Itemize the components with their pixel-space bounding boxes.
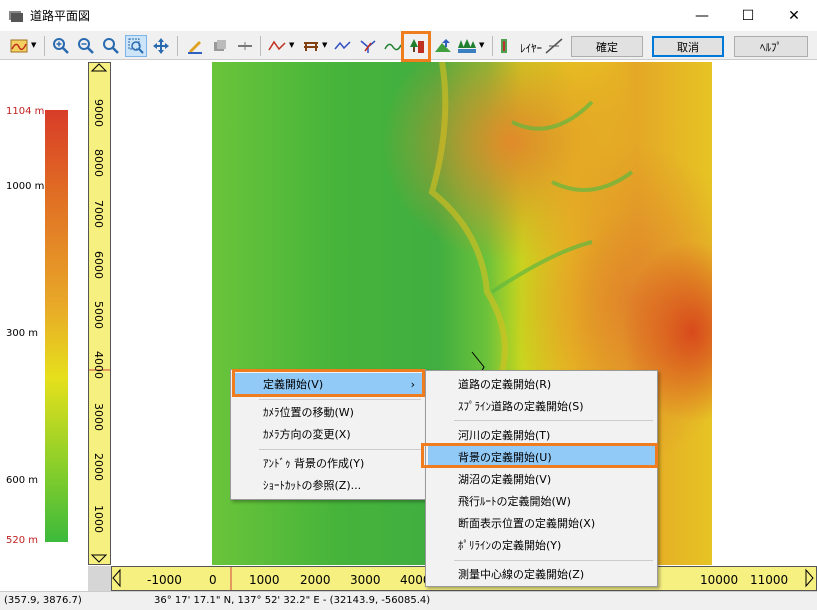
line-icon — [238, 42, 252, 50]
ruler-tick-label: 2000 — [92, 453, 105, 481]
chevron-down-icon[interactable]: ▼ — [289, 41, 294, 49]
ruler-tick-label: 9000 — [92, 99, 105, 127]
layer-button[interactable] — [498, 35, 520, 57]
cut-icon — [545, 38, 563, 54]
zoom-out-button[interactable] — [75, 35, 97, 57]
pencil-icon — [188, 41, 202, 54]
chevron-right-icon: › — [410, 377, 415, 391]
copy-button[interactable] — [209, 35, 231, 57]
terrain-style-button[interactable] — [8, 35, 30, 57]
road-profile-button[interactable] — [266, 35, 288, 57]
profile-icon — [268, 40, 286, 51]
pan-button[interactable] — [150, 35, 172, 57]
menu-item-shortcut-ref[interactable]: ｼｮｰﾄｶｯﾄの参照(Z)... — [233, 474, 423, 496]
close-button[interactable]: ✕ — [771, 0, 817, 32]
hill-icon — [435, 39, 451, 52]
zoom-in-button[interactable] — [50, 35, 72, 57]
menu-item-camera-direction[interactable]: ｶﾒﾗ方向の変更(X) — [233, 423, 423, 445]
copy-icon — [214, 40, 226, 51]
submenu-item-polyline[interactable]: ﾎﾟﾘﾗｲﾝの定義開始(Y) — [428, 534, 655, 556]
submenu-item-section-position[interactable]: 断面表示位置の定義開始(X) — [428, 512, 655, 534]
bridge-icon — [304, 42, 318, 51]
legend-label: 300 m — [6, 328, 39, 339]
zoom-fit-icon — [103, 38, 119, 54]
title-bar: 道路平面図 — ☐ ✕ — [0, 0, 817, 32]
forest-icon — [458, 39, 476, 53]
ruler-tick-label: 7000 — [92, 200, 105, 228]
ruler-tick-label: 1000 — [92, 505, 105, 533]
context-menu: 定義開始(V) › ｶﾒﾗ位置の移動(W) ｶﾒﾗ方向の変更(X) ｱﾝﾄﾞｩ 背… — [230, 369, 426, 500]
help-button[interactable]: ﾍﾙﾌﾟ — [734, 36, 808, 57]
river-icon — [384, 43, 402, 51]
ruler-tick-label: 4000 — [92, 351, 105, 379]
ruler-tick-label: 2000 — [300, 573, 331, 587]
elevation-legend: 1104 m 1000 m 300 m 600 m 520 m — [0, 62, 88, 592]
menu-item-define-start[interactable]: 定義開始(V) › — [233, 373, 423, 395]
layer-label: ﾚｲﾔｰ — [520, 42, 542, 55]
app-icon — [9, 10, 23, 22]
window-title: 道路平面図 — [30, 9, 91, 23]
legend-label: 1000 m — [6, 181, 45, 192]
zoom-in-icon — [53, 38, 69, 54]
submenu-item-spline-road[interactable]: ｽﾌﾟﾗｲﾝ道路の定義開始(S) — [428, 395, 655, 417]
ruler-tick-label: -1000 — [147, 573, 182, 587]
status-coords: (357.9, 3876.7) — [4, 595, 82, 606]
minimize-button[interactable]: — — [679, 0, 725, 32]
bridge-button[interactable] — [300, 35, 322, 57]
pan-icon — [153, 38, 169, 54]
measure-button[interactable] — [184, 35, 206, 57]
terrain-icon — [10, 39, 28, 53]
ruler-tick-label: 5000 — [92, 301, 105, 329]
legend-max-label: 1104 m — [6, 106, 45, 117]
fork-button[interactable] — [357, 35, 379, 57]
ruler-tick-label: 8000 — [92, 149, 105, 177]
polyline-icon — [334, 41, 351, 50]
submenu-item-survey-centerline[interactable]: 測量中心線の定義開始(Z) — [428, 563, 655, 585]
zoom-fit-button[interactable] — [100, 35, 122, 57]
cut-line-button[interactable] — [543, 35, 565, 57]
tree-icon — [410, 39, 424, 53]
submenu-item-road[interactable]: 道路の定義開始(R) — [428, 373, 655, 395]
river-button[interactable] — [382, 35, 404, 57]
ruler-tick-label: 6000 — [92, 251, 105, 279]
chevron-down-icon[interactable]: ▼ — [479, 41, 484, 49]
submenu-item-river[interactable]: 河川の定義開始(T) — [428, 424, 655, 446]
polyline-button[interactable] — [332, 35, 354, 57]
submenu-item-flight-route[interactable]: 飛行ﾙｰﾄの定義開始(W) — [428, 490, 655, 512]
background-define-button[interactable] — [406, 35, 428, 57]
chevron-down-icon[interactable]: ▼ — [322, 41, 327, 49]
ruler-tick-label: 1000 — [249, 573, 280, 587]
toolbar: ▼ ▼ ▼ ▼ ﾚｲﾔｰ 確定 取消 ﾍﾙﾌﾟ — [0, 32, 817, 60]
status-bar: (357.9, 3876.7) 36° 17' 17.1" N, 137° 52… — [0, 591, 817, 610]
ruler-tick-label: 10000 — [700, 573, 739, 587]
menu-item-undo-background[interactable]: ｱﾝﾄﾞｩ 背景の作成(Y) — [233, 452, 423, 474]
vertical-ruler[interactable]: 9000 8000 7000 6000 5000 4000 3000 2000 … — [88, 62, 111, 565]
layer-icon — [501, 39, 507, 53]
ruler-tick-label: 3000 — [350, 573, 381, 587]
submenu-item-background[interactable]: 背景の定義開始(U) — [428, 446, 655, 468]
zoom-out-icon — [78, 38, 94, 54]
terrain-up-button[interactable] — [432, 35, 454, 57]
submenu-item-lake[interactable]: 湖沼の定義開始(V) — [428, 468, 655, 490]
ruler-tick-label: 0 — [209, 573, 217, 587]
zoom-window-icon — [128, 38, 144, 54]
elevation-color-bar — [45, 110, 68, 542]
legend-min-label: 520 m — [6, 535, 39, 546]
zoom-window-button[interactable] — [125, 35, 147, 57]
forest-button[interactable] — [456, 35, 478, 57]
ruler-tick-label: 11000 — [750, 573, 789, 587]
ruler-corner — [88, 566, 111, 591]
fork-icon — [360, 40, 376, 53]
confirm-button[interactable]: 確定 — [571, 36, 643, 57]
legend-label: 600 m — [6, 475, 39, 486]
menu-item-move-camera[interactable]: ｶﾒﾗ位置の移動(W) — [233, 401, 423, 423]
status-latlon: 36° 17' 17.1" N, 137° 52' 32.2" E - (321… — [154, 595, 431, 606]
submenu: 道路の定義開始(R) ｽﾌﾟﾗｲﾝ道路の定義開始(S) 河川の定義開始(T) 背… — [425, 370, 658, 587]
ruler-tick-label: 3000 — [92, 403, 105, 431]
maximize-button[interactable]: ☐ — [725, 0, 771, 32]
cancel-button[interactable]: 取消 — [652, 36, 724, 57]
line-tool-button[interactable] — [234, 35, 256, 57]
chevron-down-icon[interactable]: ▼ — [31, 41, 36, 49]
